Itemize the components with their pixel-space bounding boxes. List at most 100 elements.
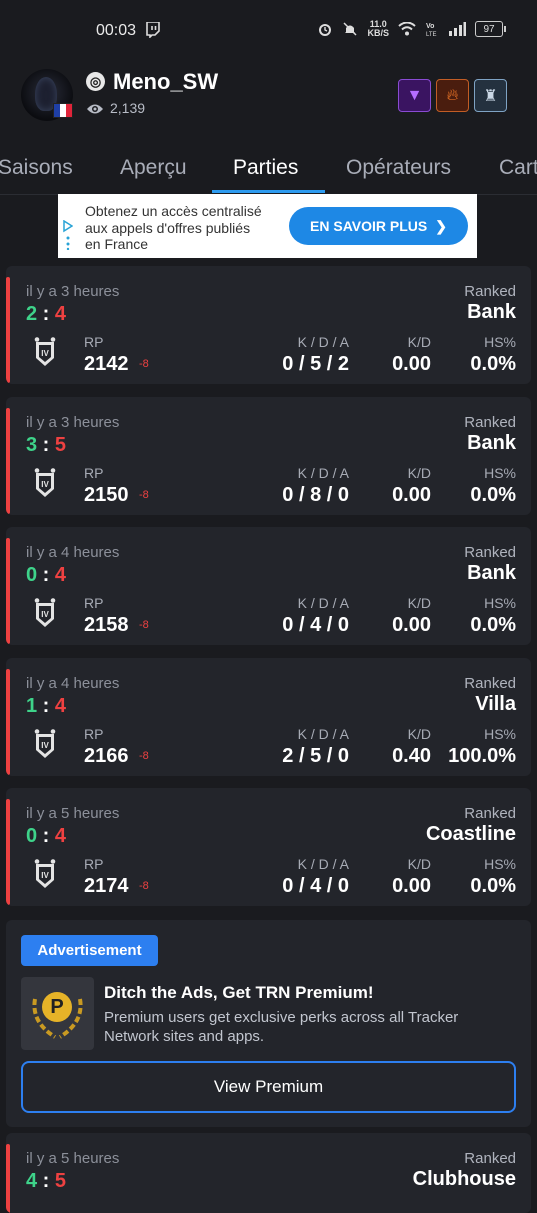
hs-value: 100.0% bbox=[448, 745, 516, 767]
fire-badge-icon[interactable]: 🔥︎ bbox=[436, 79, 469, 112]
ad-cta-label: EN SAVOIR PLUS bbox=[310, 218, 428, 234]
score-opponent: 4 bbox=[54, 564, 67, 586]
svg-text:IV: IV bbox=[41, 349, 49, 358]
network-speed: 11.0 KB/S bbox=[367, 19, 389, 38]
match-mode: Ranked bbox=[464, 805, 516, 822]
premium-logo: P bbox=[21, 977, 94, 1050]
svg-text:LTE: LTE bbox=[426, 32, 437, 37]
match-mode: Ranked bbox=[464, 1150, 516, 1167]
rank-copper-icon: IV bbox=[34, 729, 56, 758]
rp-delta: -8 bbox=[139, 750, 149, 762]
match-card[interactable]: il y a 4 heures 1 : 4 Ranked Villa IV RP 2166-… bbox=[6, 658, 531, 776]
rp-label: RP bbox=[84, 856, 104, 872]
adchoices-icon[interactable] bbox=[63, 220, 73, 250]
alarm-icon bbox=[319, 24, 332, 36]
match-time: il y a 4 heures bbox=[26, 544, 120, 561]
match-time: il y a 3 heures bbox=[26, 283, 120, 300]
match-score: 0 : 4 bbox=[26, 825, 67, 847]
hs-label: HS% bbox=[484, 595, 516, 611]
france-flag-icon bbox=[53, 103, 73, 118]
kd-label: K/D bbox=[407, 726, 431, 742]
tab-cartes[interactable]: Cart bbox=[499, 156, 537, 180]
match-score: 4 : 5 bbox=[26, 1170, 67, 1192]
kda-value: 0 / 4 / 0 bbox=[282, 614, 349, 636]
score-opponent: 5 bbox=[54, 1170, 67, 1192]
status-bar: 00:03 11.0 KB/S Vo LTE 97 bbox=[0, 0, 537, 62]
ad-text: Obtenez un accès centralisé aux appels d… bbox=[85, 203, 262, 252]
kd-label: K/D bbox=[407, 334, 431, 350]
match-score: 0 : 4 bbox=[26, 564, 67, 586]
rank-copper-icon: IV bbox=[34, 598, 56, 627]
svg-text:IV: IV bbox=[41, 610, 49, 619]
match-time: il y a 3 heures bbox=[26, 414, 120, 431]
ad-cta-button[interactable]: EN SAVOIR PLUS ❯ bbox=[289, 207, 468, 245]
match-map: Bank bbox=[467, 562, 516, 584]
rp-delta: -8 bbox=[139, 619, 149, 631]
match-score: 2 : 4 bbox=[26, 303, 67, 325]
tab-bar: Saisons Aperçu Parties Opérateurs Cart bbox=[0, 146, 537, 195]
purple-triangle-badge-icon[interactable]: ▼ bbox=[398, 79, 431, 112]
tab-apercu[interactable]: Aperçu bbox=[120, 156, 187, 180]
eye-icon bbox=[87, 104, 103, 114]
score-team: 0 bbox=[26, 564, 38, 586]
kd-value: 0.00 bbox=[392, 353, 431, 375]
loss-indicator bbox=[6, 799, 10, 905]
tab-operateurs[interactable]: Opérateurs bbox=[346, 156, 451, 180]
rp-label: RP bbox=[84, 595, 104, 611]
match-card[interactable]: il y a 3 heures 3 : 5 Ranked Bank IV RP 2150 -8… bbox=[6, 397, 531, 515]
rank-copper-icon: IV bbox=[34, 859, 56, 888]
battery-icon: 97 bbox=[475, 21, 506, 37]
match-card[interactable]: il y a 4 heures 0 : 4 Ranked Bank IV RP 2158 -8… bbox=[6, 527, 531, 645]
score-opponent: 4 bbox=[54, 695, 67, 717]
warrior-badge-icon[interactable]: ♜ bbox=[474, 79, 507, 112]
hs-value: 0.0% bbox=[470, 614, 516, 636]
score-team: 4 bbox=[26, 1170, 38, 1192]
hs-value: 0.0% bbox=[470, 484, 516, 506]
ad-banner[interactable]: Obtenez un accès centralisé aux appels d… bbox=[58, 194, 477, 258]
svg-text:IV: IV bbox=[41, 480, 49, 489]
profile-badges: ▼ 🔥︎ ♜ bbox=[398, 79, 507, 112]
kda-value: 2 / 5 / 0 bbox=[282, 745, 349, 767]
kd-value: 0.00 bbox=[392, 484, 431, 506]
rank-copper-icon: IV bbox=[34, 337, 56, 366]
username: Meno_SW bbox=[113, 69, 219, 94]
hs-label: HS% bbox=[484, 465, 516, 481]
kd-value: 0.00 bbox=[392, 614, 431, 636]
view-premium-button[interactable]: View Premium bbox=[21, 1061, 516, 1113]
match-score: 1 : 4 bbox=[26, 695, 67, 717]
kda-value: 0 / 4 / 0 bbox=[282, 875, 349, 897]
match-map: Bank bbox=[467, 301, 516, 323]
clock: 00:03 bbox=[96, 22, 137, 39]
rp-delta: -8 bbox=[139, 880, 149, 892]
kd-label: K/D bbox=[407, 465, 431, 481]
score-team: 0 bbox=[26, 825, 38, 847]
kda-label: K / D / A bbox=[297, 465, 349, 481]
score-team: 1 bbox=[26, 695, 38, 717]
tab-saisons[interactable]: Saisons bbox=[0, 156, 73, 180]
loss-indicator bbox=[6, 277, 10, 383]
premium-coin-icon: P bbox=[42, 992, 72, 1022]
advertisement-badge: Advertisement bbox=[21, 935, 158, 966]
match-card[interactable]: il y a 5 heures 0 : 4 Ranked Coastline IV RP 2… bbox=[6, 788, 531, 906]
wifi-icon bbox=[398, 22, 416, 36]
signal-icon bbox=[449, 22, 466, 36]
match-card[interactable]: il y a 5 heures 4 : 5 Ranked Clubhouse bbox=[6, 1133, 531, 1213]
kda-label: K / D / A bbox=[297, 334, 349, 350]
rp-value: 2142 bbox=[84, 353, 129, 375]
tab-parties[interactable]: Parties bbox=[233, 156, 298, 180]
score-team: 2 bbox=[26, 303, 38, 325]
match-card[interactable]: il y a 3 heures 2 : 4 Ranked Bank IV RP 2142 -8… bbox=[6, 266, 531, 384]
mute-icon bbox=[343, 22, 358, 36]
match-score: 3 : 5 bbox=[26, 434, 67, 456]
loss-indicator bbox=[6, 1144, 10, 1213]
hs-label: HS% bbox=[484, 856, 516, 872]
match-time: il y a 5 heures bbox=[26, 1150, 120, 1167]
active-tab-indicator bbox=[212, 190, 325, 193]
kda-value: 0 / 5 / 2 bbox=[282, 353, 349, 375]
premium-description: Premium users get exclusive perks across… bbox=[104, 1009, 459, 1045]
svg-text:Vo: Vo bbox=[426, 23, 434, 30]
premium-title: Ditch the Ads, Get TRN Premium! bbox=[104, 983, 374, 1002]
score-opponent: 4 bbox=[54, 303, 67, 325]
rank-copper-icon: IV bbox=[34, 468, 56, 497]
score-opponent: 5 bbox=[54, 434, 67, 456]
